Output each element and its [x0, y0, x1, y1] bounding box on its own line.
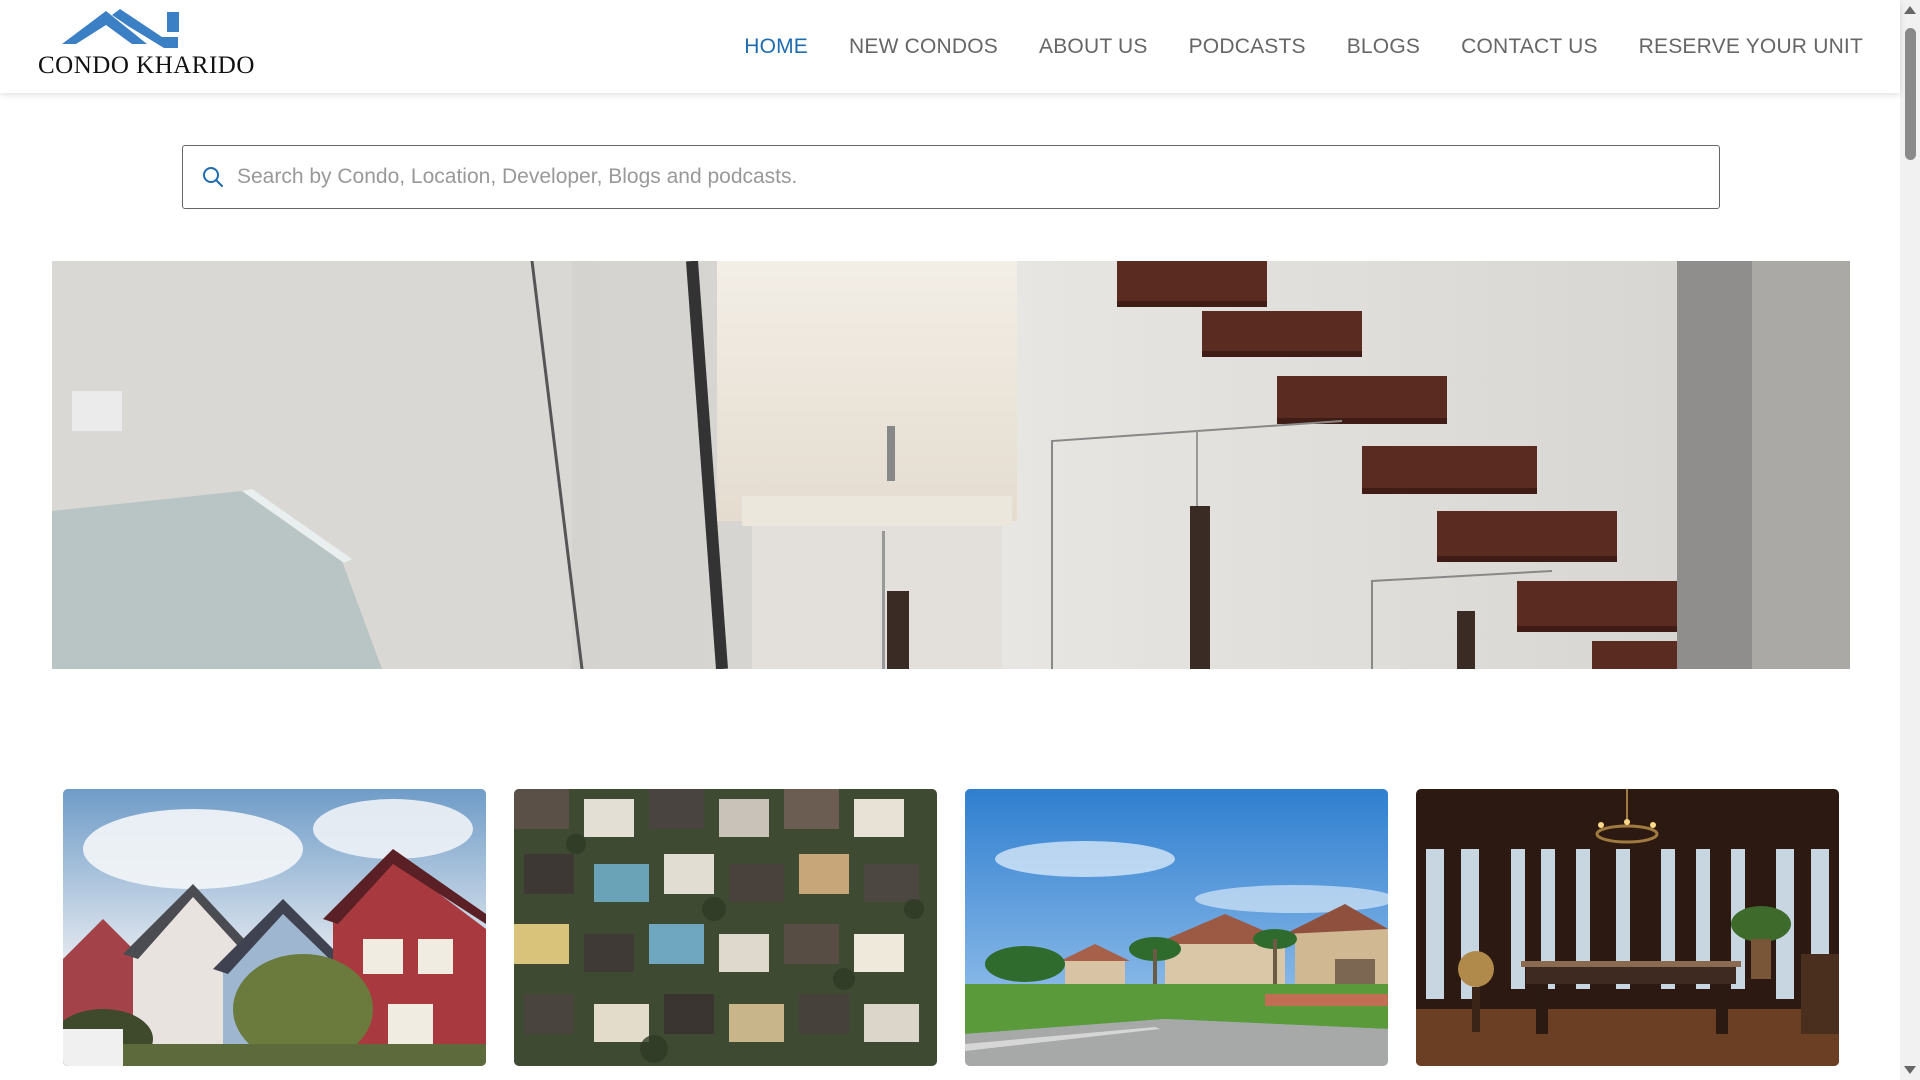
- card-image-aerial-neighborhood[interactable]: [514, 789, 937, 1066]
- scrollbar-thumb[interactable]: [1905, 28, 1916, 160]
- page-scrollbar[interactable]: [1900, 0, 1920, 1080]
- nav-about-us[interactable]: ABOUT US: [1039, 35, 1148, 59]
- nav-contact-us[interactable]: CONTACT US: [1461, 35, 1598, 59]
- nav-reserve-your-unit[interactable]: RESERVE YOUR UNIT: [1639, 35, 1863, 59]
- card-image-colorful-houses[interactable]: [63, 789, 486, 1066]
- nav-blogs[interactable]: BLOGS: [1347, 35, 1420, 59]
- search-bar[interactable]: [182, 145, 1720, 209]
- search-input[interactable]: [237, 165, 1687, 189]
- site-header: CONDO KHARIDO HOME NEW CONDOS ABOUT US P…: [0, 0, 1900, 93]
- nav-home[interactable]: HOME: [744, 35, 808, 59]
- search-icon: [203, 167, 223, 187]
- brand-logo[interactable]: CONDO KHARIDO: [38, 8, 255, 84]
- brand-name: CONDO KHARIDO: [38, 52, 255, 79]
- nav-new-condos[interactable]: NEW CONDOS: [849, 35, 998, 59]
- house-roof-icon: [62, 9, 179, 48]
- featured-cards: [63, 789, 1839, 1066]
- hero-banner-image: [52, 261, 1850, 669]
- scroll-down-arrow-icon[interactable]: [1904, 1066, 1916, 1074]
- card-image-dining-room[interactable]: [1416, 789, 1839, 1066]
- nav-podcasts[interactable]: PODCASTS: [1189, 35, 1306, 59]
- main-nav: HOME NEW CONDOS ABOUT US PODCASTS BLOGS …: [703, 0, 1863, 93]
- card-image-suburban-street[interactable]: [965, 789, 1388, 1066]
- scroll-up-arrow-icon[interactable]: [1904, 6, 1916, 14]
